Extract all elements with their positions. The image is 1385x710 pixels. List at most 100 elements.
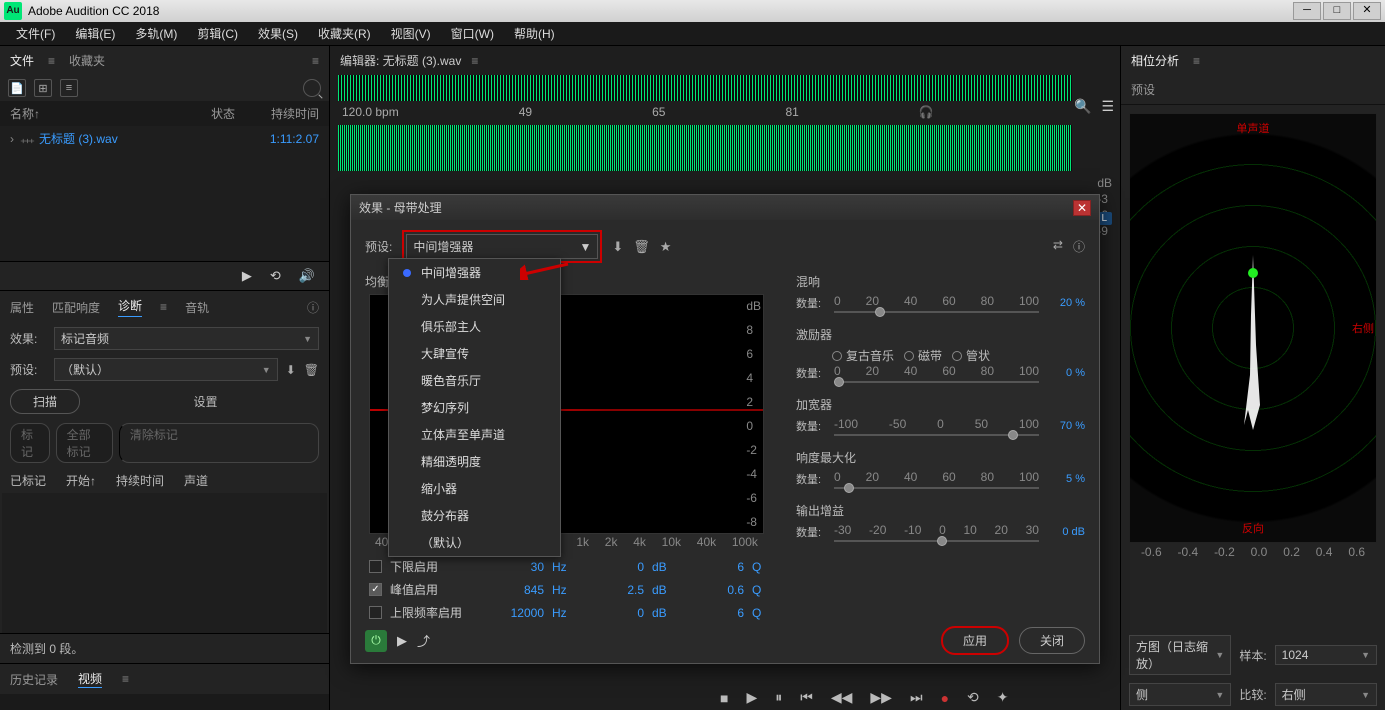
close-button[interactable]: 关闭 [1019, 627, 1085, 654]
exciter-mode-radio[interactable]: 复古音乐 [832, 347, 894, 364]
stop-button[interactable]: ■ [720, 690, 728, 706]
panel-menu-icon[interactable]: ≡ [312, 54, 319, 68]
dropdown-item[interactable]: 俱乐部主人 [389, 313, 560, 340]
zoom-icon[interactable]: 🔍 [1074, 98, 1091, 115]
slider-track[interactable] [834, 434, 1039, 436]
slider-track[interactable] [834, 381, 1039, 383]
q-value[interactable]: 6 [684, 606, 744, 620]
dropdown-item[interactable]: 暖色音乐厅 [389, 367, 560, 394]
gain-value[interactable]: 2.5 [584, 583, 644, 597]
slider-knob[interactable] [834, 377, 844, 387]
search-icon[interactable] [303, 79, 321, 97]
dropdown-item[interactable]: 为人声提供空间 [389, 286, 560, 313]
tab-diagnostics[interactable]: 诊断 [118, 297, 142, 317]
tab-loudness[interactable]: 匹配响度 [52, 299, 100, 316]
panel-menu-icon[interactable]: ≡ [48, 54, 55, 68]
settings-button[interactable]: 设置 [92, 393, 319, 410]
favorite-icon[interactable]: ★ [660, 239, 672, 255]
tab-phase[interactable]: 相位分析 [1131, 52, 1179, 69]
main-waveform[interactable]: +0 dB [338, 125, 1072, 171]
multitrack-icon[interactable]: ≡ [60, 79, 78, 97]
slider-track[interactable] [834, 487, 1039, 489]
dialog-titlebar[interactable]: 效果 - 母带处理 ✕ [351, 195, 1099, 220]
menu-help[interactable]: 帮助(H) [504, 25, 565, 42]
freq-value[interactable]: 30 [484, 560, 544, 574]
rewind-button[interactable]: ◀◀ [831, 689, 853, 706]
maximize-button[interactable]: □ [1323, 2, 1351, 20]
col-duration[interactable]: 持续时间 [271, 105, 319, 122]
dropdown-item[interactable]: （默认） [389, 529, 560, 556]
effect-select[interactable]: 标记音频▼ [54, 327, 319, 350]
menu-edit[interactable]: 编辑(E) [65, 25, 125, 42]
mark-all-chip[interactable]: 全部标记 [56, 423, 113, 463]
skip-fwd-button[interactable]: ⏭ [910, 689, 923, 706]
minimize-button[interactable]: ─ [1293, 2, 1321, 20]
record-icon[interactable]: ⊞ [34, 79, 52, 97]
file-item[interactable]: › ₊₊₊ 无标题 (3).wav 1:11:2.07 [0, 126, 329, 151]
panel-menu-icon[interactable]: ≡ [1193, 54, 1200, 68]
freq-value[interactable]: 845 [484, 583, 544, 597]
spectral-icon[interactable]: ☰ [1101, 98, 1114, 115]
tab-track[interactable]: 音轨 [185, 299, 209, 316]
channel-map-icon[interactable]: ⇄ [1053, 238, 1063, 255]
forward-button[interactable]: ▶▶ [870, 689, 892, 706]
open-file-icon[interactable]: 📄 [8, 79, 26, 97]
preset-select[interactable]: （默认）▼ [54, 358, 278, 381]
tab-properties[interactable]: 属性 [10, 299, 34, 316]
preview-play-button[interactable]: ▶ [397, 633, 407, 649]
compare-select[interactable]: 右侧▼ [1275, 683, 1377, 706]
enable-checkbox[interactable] [369, 583, 382, 596]
mark-chip[interactable]: 标记 [10, 423, 50, 463]
panel-menu-icon[interactable]: ≡ [122, 672, 129, 686]
panel-menu-icon[interactable]: ≡ [471, 54, 478, 68]
power-button[interactable]: ⏻ [365, 630, 387, 652]
dropdown-item[interactable]: 精细透明度 [389, 448, 560, 475]
play-icon[interactable]: ▶ [242, 268, 252, 284]
slider-track[interactable] [834, 540, 1039, 542]
menu-clip[interactable]: 剪辑(C) [187, 25, 248, 42]
tab-video[interactable]: 视频 [78, 670, 102, 688]
delete-preset-icon[interactable]: 🗑 [633, 239, 650, 255]
dropdown-item[interactable]: 立体声至单声道 [389, 421, 560, 448]
panel-menu-icon[interactable]: ≡ [160, 300, 167, 314]
gain-value[interactable]: 0 [584, 606, 644, 620]
info-icon[interactable]: ⓘ [307, 299, 319, 316]
tab-history[interactable]: 历史记录 [10, 671, 58, 688]
dropdown-item[interactable]: 缩小器 [389, 475, 560, 502]
enable-checkbox[interactable] [369, 606, 382, 619]
menu-file[interactable]: 文件(F) [6, 25, 65, 42]
slider-value[interactable]: 70 % [1047, 420, 1085, 432]
close-window-button[interactable]: ✕ [1353, 2, 1381, 20]
exciter-mode-radio[interactable]: 管状 [952, 347, 990, 364]
scan-button[interactable]: 扫描 [10, 389, 80, 414]
exciter-mode-radio[interactable]: 磁带 [904, 347, 942, 364]
delete-preset-icon[interactable]: 🗑 [304, 363, 319, 377]
auto-play-icon[interactable]: 🔊 [299, 268, 315, 284]
slider-knob[interactable] [875, 307, 885, 317]
col-name[interactable]: 名称↑ [10, 105, 211, 122]
freq-value[interactable]: 12000 [484, 606, 544, 620]
dropdown-item[interactable]: 大肆宣传 [389, 340, 560, 367]
q-value[interactable]: 6 [684, 560, 744, 574]
menu-window[interactable]: 窗口(W) [441, 25, 504, 42]
slider-value[interactable]: 0 % [1047, 367, 1085, 379]
clear-marks-chip[interactable]: 清除标记 [119, 423, 319, 463]
menu-multitrack[interactable]: 多轨(M) [125, 25, 187, 42]
play-button[interactable]: ▶ [746, 689, 757, 706]
menu-view[interactable]: 视图(V) [381, 25, 441, 42]
slider-value[interactable]: 5 % [1047, 473, 1085, 485]
record-button[interactable]: ● [941, 690, 949, 706]
q-value[interactable]: 0.6 [684, 583, 744, 597]
dialog-close-button[interactable]: ✕ [1073, 200, 1091, 216]
preview-loop-button[interactable]: ⤴ [417, 631, 430, 650]
slider-knob[interactable] [1008, 430, 1018, 440]
save-preset-icon[interactable]: ⬇ [612, 239, 623, 255]
overview-waveform[interactable] [338, 75, 1072, 101]
expand-icon[interactable]: › [10, 132, 14, 146]
menu-favorites[interactable]: 收藏夹(R) [308, 25, 381, 42]
gain-value[interactable]: 0 [584, 560, 644, 574]
help-icon[interactable]: ⓘ [1073, 238, 1085, 255]
skip-back-button[interactable]: ⏮ [800, 689, 813, 706]
slider-knob[interactable] [844, 483, 854, 493]
skip-selection-button[interactable]: ✦ [997, 689, 1009, 706]
